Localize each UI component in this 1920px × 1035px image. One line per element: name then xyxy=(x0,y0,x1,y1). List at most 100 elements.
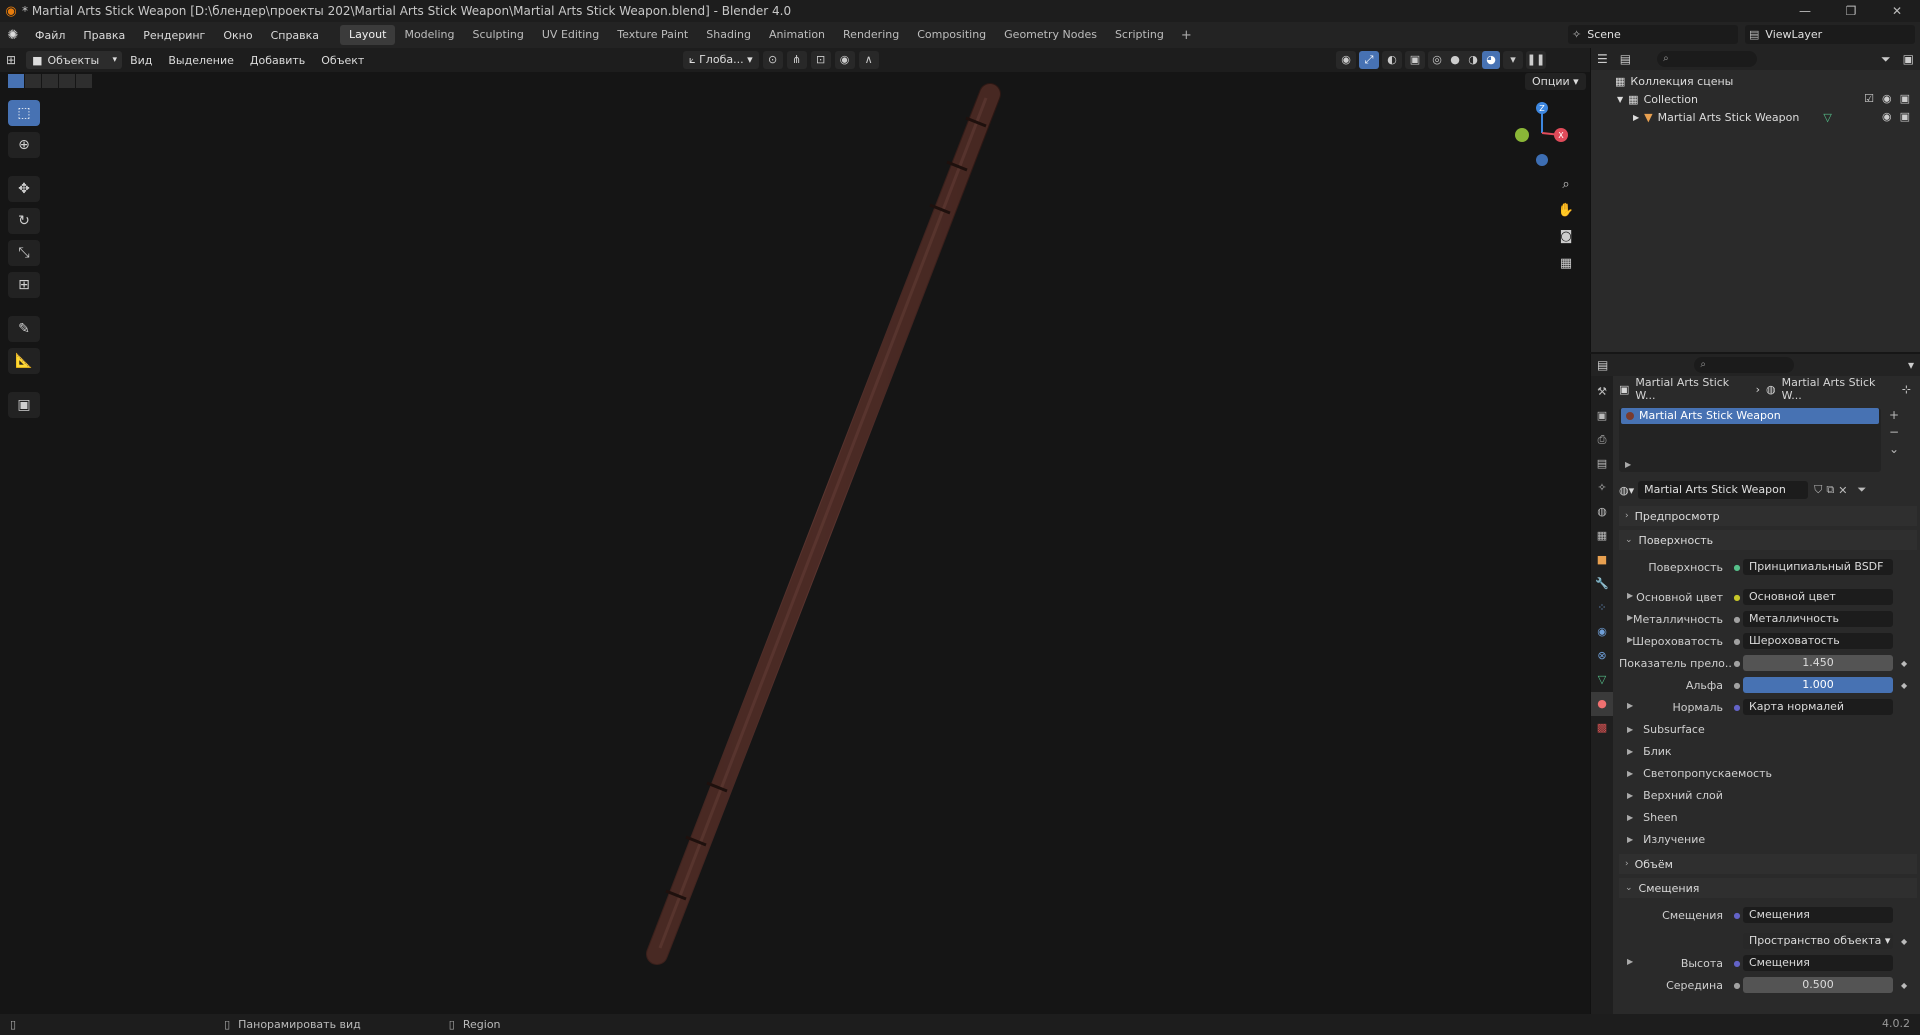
tab-rendering[interactable]: Rendering xyxy=(834,25,908,45)
tab-texture-paint[interactable]: Texture Paint xyxy=(608,25,697,45)
tab-geometry-nodes[interactable]: Geometry Nodes xyxy=(995,25,1106,45)
select-extend-icon[interactable] xyxy=(25,74,41,88)
y-axis-icon[interactable] xyxy=(1515,128,1529,142)
menu-window[interactable]: Окно xyxy=(214,29,261,42)
keyframe-icon[interactable]: ◆ xyxy=(1901,681,1907,690)
chevron-right-icon[interactable]: ▶ xyxy=(1627,613,1633,622)
displacement-space-dropdown[interactable]: Пространство объекта ▾ xyxy=(1743,933,1893,949)
subpanel-sheen[interactable]: ▶ Sheen xyxy=(1619,808,1917,826)
camera-icon[interactable]: ▣ xyxy=(1900,110,1910,123)
view-layer-selector[interactable]: ▤ ViewLayer xyxy=(1745,25,1915,44)
base-color-field[interactable]: Основной цвет xyxy=(1743,589,1893,605)
collection-tab-icon[interactable]: ▦ xyxy=(1591,524,1613,548)
select-subtract-icon[interactable] xyxy=(42,74,58,88)
chevron-right-icon[interactable]: ▶ xyxy=(1627,957,1633,966)
pivot-point-icon[interactable]: ⊙ xyxy=(762,51,783,69)
material-name-field[interactable]: Martial Arts Stick Weapon xyxy=(1638,481,1809,499)
transform-tool-icon[interactable]: ⊞ xyxy=(8,272,40,298)
displacement-panel-header[interactable]: ⌄ Смещения xyxy=(1619,878,1917,898)
annotate-tool-icon[interactable]: ✎ xyxy=(8,316,40,342)
unlink-material-icon[interactable]: ✕ xyxy=(1838,484,1847,497)
outliner-scene-collection[interactable]: ▦ Коллекция сцены xyxy=(1591,72,1920,90)
zoom-icon[interactable]: ⌕ xyxy=(1555,174,1577,196)
select-box-tool-icon[interactable]: ⬚ xyxy=(8,100,40,126)
view-layer-tab-icon[interactable]: ▤ xyxy=(1591,452,1613,476)
subpanel-emission[interactable]: ▶ Излучение xyxy=(1619,830,1917,848)
overlay-toggle-icon[interactable]: ◐ xyxy=(1382,51,1402,69)
tool-tab-icon[interactable]: ⚒ xyxy=(1591,380,1613,404)
subpanel-specular[interactable]: ▶ Блик xyxy=(1619,742,1917,760)
remove-slot-icon[interactable]: − xyxy=(1889,425,1899,439)
physics-tab-icon[interactable]: ◉ xyxy=(1591,620,1613,644)
preview-panel-header[interactable]: › Предпросмотр xyxy=(1619,506,1917,526)
material-browse-icon[interactable]: ◍▾ xyxy=(1619,484,1634,497)
scene-selector[interactable]: ✧ Scene xyxy=(1568,25,1738,44)
camera-icon[interactable]: ▣ xyxy=(1900,92,1910,105)
constraints-tab-icon[interactable]: ⊗ xyxy=(1591,644,1613,668)
alpha-field[interactable]: 1.000 xyxy=(1743,677,1893,693)
editor-type-icon[interactable]: ⊞ xyxy=(0,53,22,67)
tab-layout[interactable]: Layout xyxy=(340,25,396,45)
scale-tool-icon[interactable]: ⤡ xyxy=(8,240,40,266)
material-preview-icon[interactable]: ◑ xyxy=(1464,51,1482,69)
roughness-field[interactable]: Шероховатость xyxy=(1743,633,1893,649)
pan-hand-icon[interactable]: ✋ xyxy=(1555,200,1577,222)
world-tab-icon[interactable]: ◍ xyxy=(1591,500,1613,524)
menu-add[interactable]: Добавить xyxy=(242,54,313,67)
render-tab-icon[interactable]: ▣ xyxy=(1591,404,1613,428)
measure-tool-icon[interactable]: 📐 xyxy=(8,348,40,374)
outliner-search-input[interactable]: ⌕ xyxy=(1657,51,1758,67)
minimize-button[interactable]: — xyxy=(1782,0,1828,22)
pause-render-icon[interactable]: ❚❚ xyxy=(1526,51,1546,69)
fake-user-icon[interactable]: ⛉ xyxy=(1814,483,1822,497)
transform-orientation-dropdown[interactable]: ⟀ Глоба... ▾ xyxy=(683,51,759,69)
falloff-icon[interactable]: ∧ xyxy=(858,51,879,69)
checkbox-icon[interactable]: ☑ xyxy=(1864,92,1874,105)
pin-icon[interactable]: ⊹ xyxy=(1902,383,1911,396)
tab-compositing[interactable]: Compositing xyxy=(908,25,995,45)
menu-edit[interactable]: Правка xyxy=(74,29,134,42)
cursor-tool-icon[interactable]: ⊕ xyxy=(8,132,40,158)
3d-viewport[interactable] xyxy=(0,72,1590,1015)
navigation-gizmo[interactable]: Z X xyxy=(1503,100,1573,180)
select-new-icon[interactable] xyxy=(8,74,24,88)
scene-tab-icon[interactable]: ✧ xyxy=(1591,476,1613,500)
menu-render[interactable]: Рендеринг xyxy=(134,29,214,42)
rendered-shading-icon[interactable]: ◕ xyxy=(1482,51,1500,69)
visibility-icon[interactable]: ◉ xyxy=(1336,51,1356,69)
texture-tab-icon[interactable]: ▩ xyxy=(1591,716,1613,740)
midlevel-field[interactable]: 0.500 xyxy=(1743,977,1893,993)
chevron-down-icon[interactable]: ▾ xyxy=(1902,358,1920,372)
ior-field[interactable]: 1.450 xyxy=(1743,655,1893,671)
output-tab-icon[interactable]: ⎙ xyxy=(1591,428,1613,452)
menu-file[interactable]: Файл xyxy=(26,29,74,42)
select-intersect-icon[interactable] xyxy=(76,74,92,88)
duplicate-material-icon[interactable]: ⧉ xyxy=(1826,483,1834,497)
gizmo-toggle-icon[interactable]: ⤢ xyxy=(1359,51,1379,69)
add-slot-icon[interactable]: + xyxy=(1889,408,1899,422)
display-mode-icon[interactable]: ▤ xyxy=(1614,52,1637,66)
close-button[interactable]: ✕ xyxy=(1874,0,1920,22)
chevron-down-icon[interactable]: ▼ xyxy=(1617,95,1623,104)
properties-search-input[interactable]: ⌕ xyxy=(1694,357,1795,373)
outliner-editor-icon[interactable]: ☰ xyxy=(1591,52,1614,66)
tab-animation[interactable]: Animation xyxy=(760,25,834,45)
menu-help[interactable]: Справка xyxy=(262,29,328,42)
tab-shading[interactable]: Shading xyxy=(697,25,760,45)
properties-editor-icon[interactable]: ▤ xyxy=(1591,358,1614,372)
shading-options-icon[interactable]: ▾ xyxy=(1503,51,1523,69)
modifier-tab-icon[interactable]: 🔧 xyxy=(1591,572,1613,596)
outliner-collection-row[interactable]: ▼ ▦ Collection ☑ ◉ ▣ xyxy=(1591,90,1920,108)
proportional-edit-icon[interactable]: ◉ xyxy=(834,51,855,69)
tab-scripting[interactable]: Scripting xyxy=(1106,25,1173,45)
chevron-right-icon[interactable]: ▶ xyxy=(1633,113,1639,122)
chevron-right-icon[interactable]: ▶ xyxy=(1627,635,1633,644)
options-dropdown[interactable]: Опции ▾ xyxy=(1525,73,1586,90)
material-slot-list[interactable]: Martial Arts Stick Weapon ▶ xyxy=(1619,408,1881,472)
neg-z-axis-icon[interactable] xyxy=(1536,154,1548,166)
outliner-object-row[interactable]: ▶ ▼ Martial Arts Stick Weapon ▽ ◉ ▣ xyxy=(1591,108,1920,126)
snap-icon[interactable]: ⋔ xyxy=(786,51,807,69)
mesh-data-icon[interactable]: ▽ xyxy=(1823,111,1831,124)
maximize-button[interactable]: ❐ xyxy=(1828,0,1874,22)
surface-shader-field[interactable]: Принципиальный BSDF xyxy=(1743,559,1893,575)
